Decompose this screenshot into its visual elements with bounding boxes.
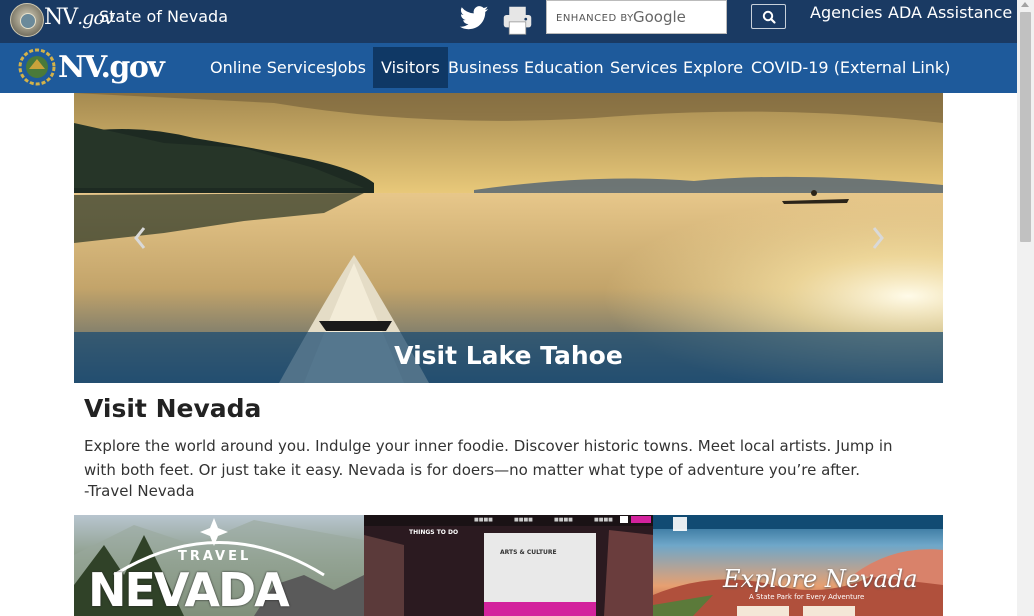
travel-nevada-thumbnail[interactable]: TRAVEL NEVADA bbox=[74, 515, 364, 616]
search-input[interactable]: ENHANCED BY Google bbox=[546, 0, 727, 34]
scroll-up-arrow-icon[interactable] bbox=[1021, 2, 1029, 7]
google-logo: Google bbox=[633, 8, 686, 26]
explore-nevada-script: Explore Nevada bbox=[723, 565, 918, 593]
hero-carousel[interactable]: Visit Lake Tahoe bbox=[74, 93, 943, 383]
state-of-nevada-label[interactable]: State of Nevada bbox=[99, 7, 228, 26]
chevron-right-icon[interactable] bbox=[868, 224, 888, 252]
nav-visitors[interactable]: Visitors bbox=[373, 47, 448, 88]
things-to-do-thumbnail[interactable]: ■■■■ ■■■■ ■■■■ ■■■■ THINGS TO DO ARTS & CUL… bbox=[364, 515, 654, 616]
agencies-link[interactable]: Agencies bbox=[810, 3, 883, 22]
explore-nevada-subtitle: A State Park for Every Adventure bbox=[749, 593, 865, 601]
section-citation: -Travel Nevada bbox=[84, 482, 195, 500]
arts-culture-card: ARTS & CULTURE bbox=[484, 533, 596, 602]
nav-covid-19-link[interactable]: COVID-19 (External Link) bbox=[743, 47, 958, 88]
ada-assistance-link[interactable]: ADA Assistance bbox=[888, 3, 1012, 22]
main-navbar: NV.gov Online Services Jobs Visitors Bus… bbox=[0, 43, 1017, 93]
nav-business[interactable]: Business bbox=[440, 47, 527, 88]
nav-explore[interactable]: Explore bbox=[675, 47, 751, 88]
state-seal-icon[interactable] bbox=[10, 3, 44, 37]
search-button[interactable] bbox=[751, 4, 786, 29]
scroll-thumb[interactable] bbox=[1020, 12, 1031, 242]
pink-banner bbox=[484, 602, 596, 616]
things-to-do-heading: THINGS TO DO bbox=[409, 529, 459, 536]
twitter-icon[interactable] bbox=[457, 3, 491, 34]
carousel-caption[interactable]: Visit Lake Tahoe bbox=[74, 341, 943, 370]
thumbnail-row: TRAVEL NEVADA ■■■■ ■■■■ ■■■■ ■■■■ THINGS TO… bbox=[74, 515, 943, 616]
mini-button-1 bbox=[737, 606, 789, 616]
top-bar: NV.gov State of Nevada ENHANCED BY Googl… bbox=[0, 0, 1017, 43]
arts-culture-title: ARTS & CULTURE bbox=[500, 549, 557, 556]
travel-arc-text: TRAVEL bbox=[178, 549, 252, 564]
section-title: Visit Nevada bbox=[84, 394, 262, 423]
nevada-big-text: NEVADA bbox=[88, 563, 290, 616]
chevron-left-icon[interactable] bbox=[130, 224, 150, 252]
print-icon[interactable] bbox=[500, 4, 535, 37]
nav-jobs[interactable]: Jobs bbox=[325, 47, 374, 88]
nevada-wreath-icon[interactable] bbox=[17, 47, 57, 87]
search-enhanced-label: ENHANCED BY bbox=[556, 13, 634, 24]
search-icon bbox=[762, 10, 776, 24]
nv-gov-logo[interactable]: NV.gov bbox=[58, 50, 165, 85]
explore-nevada-thumbnail[interactable]: Explore Nevada A State Park for Every Ad… bbox=[653, 515, 943, 616]
scrollbar[interactable] bbox=[1017, 0, 1034, 616]
nav-online-services[interactable]: Online Services bbox=[202, 47, 342, 88]
mini-button-2 bbox=[803, 606, 855, 616]
nav-education[interactable]: Education bbox=[516, 47, 612, 88]
section-description: Explore the world around you. Indulge yo… bbox=[84, 437, 893, 479]
nav-services[interactable]: Services bbox=[602, 47, 685, 88]
